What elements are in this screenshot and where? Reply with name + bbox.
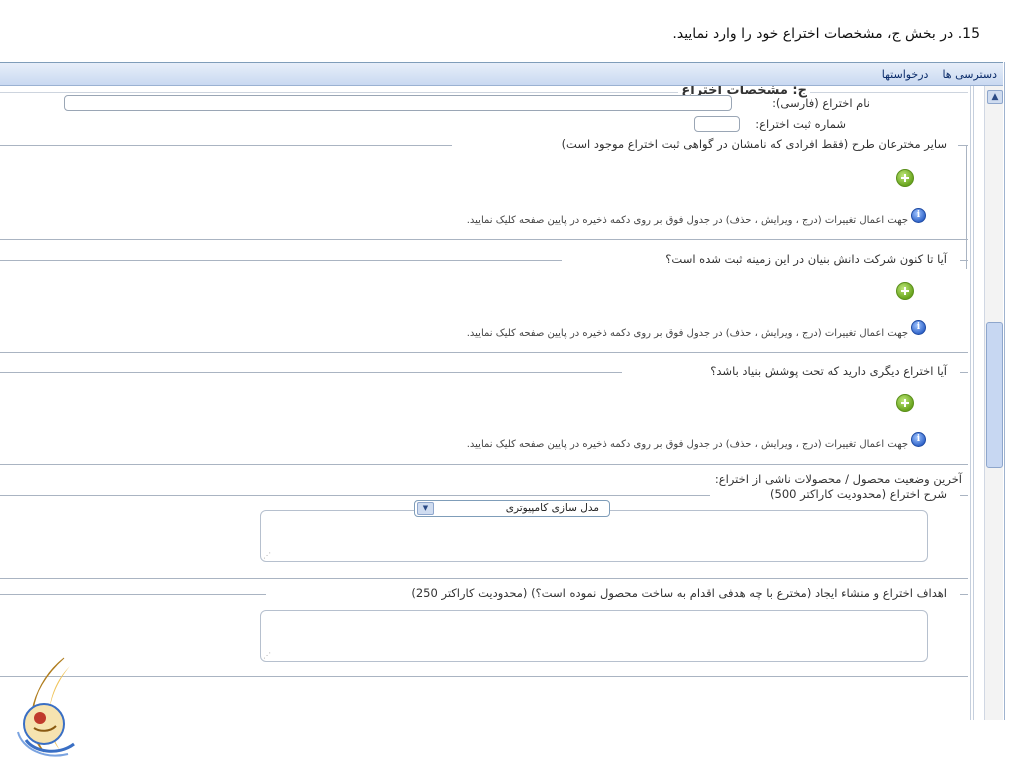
- product-status-value: مدل سازی کامپیوتری: [505, 502, 599, 514]
- form-window: دسترسی ها درخواستها ج: مشخصات اختراع نام…: [0, 62, 1005, 720]
- registration-number-label: شماره ثبت اختراع:: [755, 117, 846, 131]
- resize-grip-icon[interactable]: ⋰: [263, 551, 271, 560]
- other-inventors-legend: سایر مخترعان طرح (فقط افرادی که نامشان د…: [558, 137, 950, 151]
- organization-logo: [17, 657, 75, 757]
- invention-name-label: نام اختراع (فارسی):: [772, 96, 870, 110]
- info-icon: i: [911, 320, 926, 335]
- other-inventions-hint: جهت اعمال تغییرات (درج ، ویرایش ، حذف) د…: [466, 439, 908, 450]
- info-icon: i: [911, 432, 926, 447]
- registration-number-input[interactable]: [694, 116, 740, 132]
- product-status-label: آخرین وضعیت محصول / محصولات ناشی از اختر…: [714, 472, 962, 486]
- goals-legend: اهداف اختراع و منشاء ایجاد (مخترع با چه …: [408, 586, 950, 600]
- goals-textarea[interactable]: ⋰: [260, 610, 928, 662]
- panel-edge: [970, 86, 974, 720]
- knowledge-company-legend: آیا تا کنون شرکت دانش بنیان در این زمینه…: [662, 252, 950, 266]
- info-icon: i: [911, 208, 926, 223]
- scroll-thumb[interactable]: [986, 322, 1003, 468]
- description-textarea[interactable]: ⋰: [260, 510, 928, 562]
- add-inventor-button[interactable]: [896, 169, 914, 187]
- menu-item-access[interactable]: دسترسی ها: [942, 68, 997, 81]
- product-status-select[interactable]: مدل سازی کامپیوتری ▼: [414, 500, 610, 517]
- invention-name-input[interactable]: [64, 95, 732, 111]
- other-inventions-legend: آیا اختراع دیگری دارید که تحت پوشش بنیاد…: [707, 364, 950, 378]
- chevron-down-icon[interactable]: ▼: [417, 502, 434, 515]
- step-caption: 15. در بخش ج، مشخصات اختراع خود را وارد …: [672, 26, 980, 42]
- form-content: ج: مشخصات اختراع نام اختراع (فارسی): شما…: [0, 86, 968, 720]
- vertical-scrollbar[interactable]: ▲: [984, 86, 1003, 720]
- menubar: دسترسی ها درخواستها: [0, 62, 1003, 86]
- other-inventors-hint: جهت اعمال تغییرات (درج ، ویرایش ، حذف) د…: [466, 215, 908, 226]
- description-legend: شرح اختراع (محدودیت کاراکتر 500): [767, 487, 950, 501]
- knowledge-company-hint: جهت اعمال تغییرات (درج ، ویرایش ، حذف) د…: [466, 328, 908, 339]
- add-company-button[interactable]: [896, 282, 914, 300]
- menu-item-requests[interactable]: درخواستها: [882, 68, 929, 81]
- scroll-up-arrow-icon[interactable]: ▲: [987, 90, 1003, 104]
- add-invention-button[interactable]: [896, 394, 914, 412]
- resize-grip-icon[interactable]: ⋰: [263, 651, 271, 660]
